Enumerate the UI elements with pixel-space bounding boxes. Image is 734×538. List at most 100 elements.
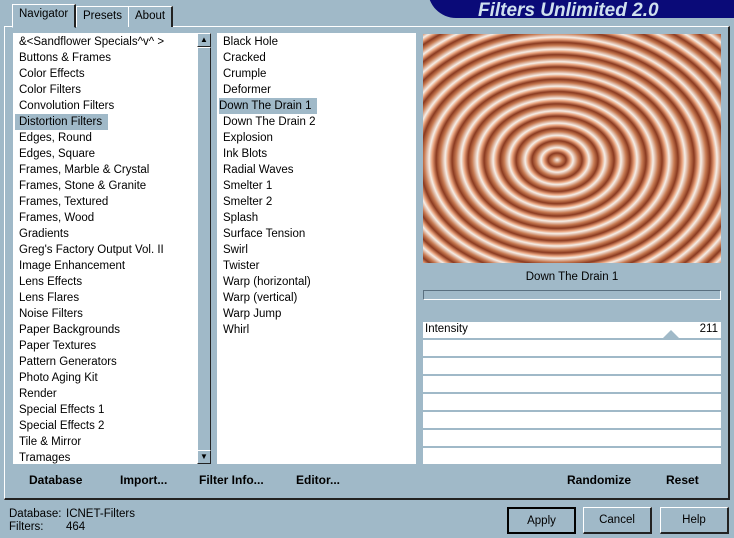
category-item[interactable]: Convolution Filters [13,98,211,114]
filter-item-label: Down The Drain 2 [223,116,316,128]
category-item[interactable]: Render [13,386,211,402]
category-item[interactable]: Frames, Stone & Granite [13,178,211,194]
category-item[interactable]: Image Enhancement [13,258,211,274]
filter-item[interactable]: Surface Tension [223,226,416,242]
category-item-label: Frames, Stone & Granite [19,180,147,192]
category-item[interactable]: Edges, Square [13,146,211,162]
database-label: Database: [9,508,62,520]
category-item-label: Edges, Square [19,148,96,160]
filter-item[interactable]: Black Hole [223,34,416,50]
category-item[interactable]: Buttons & Frames [13,50,211,66]
scroll-up-button[interactable]: ▲ [197,33,211,47]
category-item-label: Noise Filters [19,308,83,320]
category-item[interactable]: Tile & Mirror [13,434,211,450]
category-item-label: Special Effects 1 [19,404,105,416]
category-item[interactable]: Color Effects [13,66,211,82]
filter-item[interactable]: Warp Jump [223,306,416,322]
app-title-banner: Filters Unlimited 2.0 [428,0,734,21]
filter-item[interactable]: Ink Blots [223,146,416,162]
filter-item[interactable]: Splash [223,210,416,226]
filter-item-label: Cracked [223,52,266,64]
category-item[interactable]: Lens Effects [13,274,211,290]
category-item[interactable]: Special Effects 1 [13,402,211,418]
category-item[interactable]: Frames, Textured [13,194,211,210]
scroll-down-button[interactable]: ▼ [197,450,211,464]
filter-item[interactable]: Warp (horizontal) [223,274,416,290]
category-scrollbar[interactable]: ▲ ▼ [197,33,211,464]
category-item[interactable]: Color Filters [13,82,211,98]
filter-item[interactable]: Smelter 1 [223,178,416,194]
category-item-label: Greg's Factory Output Vol. II [19,244,164,256]
filter-item-label: Crumple [223,68,267,80]
category-item[interactable]: Frames, Marble & Crystal [13,162,211,178]
category-item[interactable]: Photo Aging Kit [13,370,211,386]
filter-item[interactable]: Crumple [223,66,416,82]
filter-item[interactable]: Down The Drain 1 [219,98,416,114]
category-item-label: Color Filters [19,84,81,96]
cancel-button[interactable]: Cancel [583,507,652,534]
category-item[interactable]: &<Sandflower Specials^v^ > [13,34,211,50]
filter-item-label: Splash [223,212,259,224]
filter-item[interactable]: Warp (vertical) [223,290,416,306]
filter-item[interactable]: Cracked [223,50,416,66]
category-item[interactable]: Noise Filters [13,306,211,322]
filter-preview-image [423,34,721,263]
filter-item[interactable]: Down The Drain 2 [223,114,416,130]
filter-item-label: Radial Waves [223,164,294,176]
category-item[interactable]: Special Effects 2 [13,418,211,434]
filters-label: Filters: [9,521,44,533]
category-item[interactable]: Lens Flares [13,290,211,306]
filter-item[interactable]: Deformer [223,82,416,98]
category-item[interactable]: Distortion Filters [13,114,211,130]
filter-item[interactable]: Whirl [223,322,416,338]
tab-about[interactable]: About [128,6,174,27]
category-item-label: &<Sandflower Specials^v^ > [19,36,165,48]
filter-item[interactable]: Twister [223,258,416,274]
filter-item-label: Whirl [223,324,250,336]
category-item[interactable]: Paper Backgrounds [13,322,211,338]
filter-item-label: Warp (horizontal) [223,276,311,288]
category-item-label: Render [19,388,57,400]
tab-presets[interactable]: Presets [76,6,130,27]
apply-button[interactable]: Apply [507,507,576,534]
filter-item-label: Smelter 2 [223,196,273,208]
filter-item[interactable]: Radial Waves [223,162,416,178]
category-item[interactable]: Paper Textures [13,338,211,354]
category-item-label: Buttons & Frames [19,52,112,64]
category-item-label: Special Effects 2 [19,420,105,432]
category-list[interactable]: &<Sandflower Specials^v^ > Buttons & Fram… [13,33,211,464]
scroll-thumb[interactable] [197,47,211,453]
category-item[interactable]: Tramages [13,450,211,466]
category-item[interactable]: Edges, Round [13,130,211,146]
import-button[interactable]: Import... [120,473,167,487]
category-item-label: Edges, Round [19,132,92,144]
reset-button[interactable]: Reset [666,473,699,487]
category-item-label: Photo Aging Kit [19,372,98,384]
slider-thumb[interactable] [663,330,679,338]
filter-item[interactable]: Smelter 2 [223,194,416,210]
help-button[interactable]: Help [660,507,729,534]
category-item[interactable]: Frames, Wood [13,210,211,226]
randomize-button[interactable]: Randomize [567,473,631,487]
filter-item-label: Deformer [223,84,271,96]
filter-item[interactable]: Explosion [223,130,416,146]
filter-list[interactable]: Black Hole Cracked Crumple Deformer Down The… [217,33,416,464]
category-item-label: Pattern Generators [19,356,117,368]
tab-navigator[interactable]: Navigator [12,4,77,28]
intensity-slider[interactable]: Intensity 211 [423,322,721,338]
category-item-label: Frames, Textured [19,196,109,208]
filter-info-button[interactable]: Filter Info... [199,473,264,487]
category-item[interactable]: Greg's Factory Output Vol. II [13,242,211,258]
filter-item[interactable]: Swirl [223,242,416,258]
empty-slider-row [423,394,721,410]
category-item[interactable]: Pattern Generators [13,354,211,370]
app-title: Filters Unlimited 2.0 [478,0,659,21]
empty-slider-row [423,358,721,374]
category-item-label: Convolution Filters [19,100,115,112]
filter-item-label: Ink Blots [223,148,268,160]
editor-button[interactable]: Editor... [296,473,340,487]
filter-item-label: Black Hole [223,36,278,48]
category-item[interactable]: Gradients [13,226,211,242]
database-button[interactable]: Database [29,473,82,487]
slider-value: 211 [699,323,718,335]
